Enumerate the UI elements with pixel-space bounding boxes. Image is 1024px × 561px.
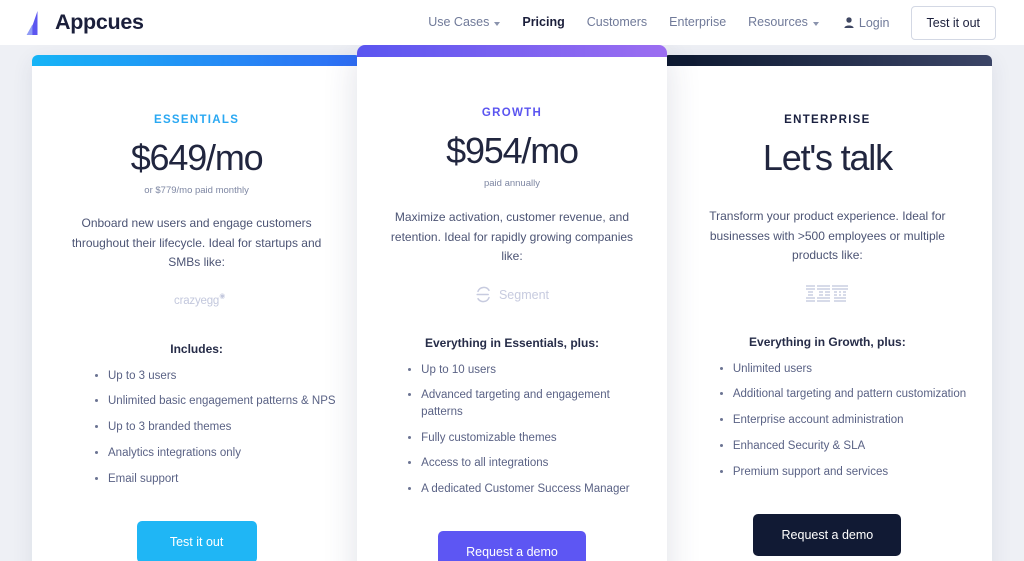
crazyegg-logo-text: crazyegg — [174, 294, 220, 307]
plan-price-note: or $779/mo paid monthly — [144, 185, 249, 197]
plan-label: GROWTH — [481, 107, 543, 119]
feature-item: Enterprise account administration — [719, 412, 970, 428]
nav-label: Use Cases — [428, 15, 490, 30]
pricing-cards-section: ESSENTIALS $649/mo or $779/mo paid month… — [0, 45, 1024, 561]
feature-item: Access to all integrations — [407, 455, 645, 471]
plan-price-note: paid annually — [483, 178, 540, 190]
feature-item: Unlimited basic engagement patterns & NP… — [94, 393, 339, 409]
main-navigation: Use Cases Pricing Customers Enterprise R… — [417, 5, 996, 40]
includes-heading: Everything in Essentials, plus: — [424, 335, 600, 350]
feature-item: A dedicated Customer Success Manager — [407, 481, 645, 497]
feature-item: Unlimited users — [719, 361, 970, 377]
growth-cta-button[interactable]: Request a demo — [437, 531, 586, 561]
cta-container: Request a demo — [685, 490, 970, 556]
segment-mark-icon — [476, 286, 490, 303]
feature-list: Up to 3 users Unlimited basic engagement… — [54, 368, 339, 497]
feature-item: Premium support and services — [719, 464, 970, 480]
customer-logo-slot: crazyegg ◉ — [174, 290, 226, 312]
includes-heading: Includes: — [170, 341, 223, 356]
feature-item: Up to 10 users — [407, 362, 645, 378]
cta-container: Test it out — [54, 497, 339, 561]
brand-name: Appcues — [55, 10, 144, 34]
cta-container: Request a demo — [379, 507, 645, 561]
login-label: Login — [858, 15, 890, 30]
card-accent-bar — [32, 55, 362, 66]
segment-logo-icon: Segment — [475, 286, 549, 303]
card-accent-bar — [357, 45, 667, 57]
pricing-card-enterprise: ENTERPRISE Let's talk Transform your pro… — [662, 55, 992, 561]
feature-item: Fully customizable themes — [407, 430, 645, 446]
feature-item: Advanced targeting and engagement patter… — [407, 387, 645, 420]
feature-item: Up to 3 branded themes — [94, 419, 339, 435]
nav-item-pricing[interactable]: Pricing — [511, 16, 575, 29]
segment-logo-text: Segment — [498, 287, 549, 302]
nav-item-use-cases[interactable]: Use Cases — [417, 16, 511, 29]
essentials-cta-button[interactable]: Test it out — [136, 520, 257, 561]
login-link[interactable]: Login — [830, 16, 901, 30]
card-accent-bar — [662, 55, 992, 66]
nav-label: Enterprise — [669, 15, 727, 30]
feature-item: Analytics integrations only — [94, 445, 339, 461]
customer-logo-slot: Segment — [475, 284, 549, 306]
plan-description: Transform your product experience. Ideal… — [709, 209, 946, 263]
feature-item: Up to 3 users — [94, 368, 339, 384]
nav-label: Pricing — [522, 15, 565, 30]
includes-heading: Everything in Growth, plus: — [749, 334, 906, 349]
feature-item: Email support — [94, 471, 339, 487]
person-icon — [844, 17, 854, 28]
feature-item: Additional targeting and pattern customi… — [719, 386, 970, 402]
plan-label: ESSENTIALS — [153, 114, 240, 126]
crazyegg-logo-icon: crazyegg ◉ — [174, 292, 226, 307]
header-test-it-out-button[interactable]: Test it out — [910, 5, 996, 40]
plan-price: Let's talk — [762, 137, 893, 178]
nav-item-customers[interactable]: Customers — [576, 16, 658, 29]
feature-item: Enhanced Security & SLA — [719, 438, 970, 454]
plan-label: ENTERPRISE — [784, 114, 871, 126]
appcues-logo-mark-icon — [26, 10, 38, 35]
plan-price: $649/mo — [130, 137, 264, 178]
site-header: Appcues Use Cases Pricing Customers Ente… — [0, 0, 1024, 45]
plan-description: Onboard new users and engage customers t… — [71, 216, 322, 270]
chevron-down-icon — [494, 21, 501, 26]
nav-item-resources[interactable]: Resources — [737, 16, 830, 29]
chevron-down-icon — [812, 21, 819, 26]
nav-label: Customers — [586, 15, 648, 30]
pricing-card-growth: GROWTH $954/mo paid annually Maximize ac… — [357, 45, 667, 561]
customer-logo-slot — [806, 283, 849, 305]
ibm-logo-icon — [806, 285, 849, 303]
enterprise-cta-button[interactable]: Request a demo — [753, 513, 902, 556]
plan-price: $954/mo — [446, 130, 579, 171]
brand-logo[interactable]: Appcues — [26, 10, 144, 35]
pricing-card-essentials: ESSENTIALS $649/mo or $779/mo paid month… — [32, 55, 362, 561]
nav-item-enterprise[interactable]: Enterprise — [658, 16, 737, 29]
nav-label: Resources — [748, 15, 808, 30]
plan-description: Maximize activation, customer revenue, a… — [390, 210, 634, 264]
feature-list: Unlimited users Additional targeting and… — [685, 361, 970, 490]
feature-list: Up to 10 users Advanced targeting and en… — [379, 362, 645, 507]
